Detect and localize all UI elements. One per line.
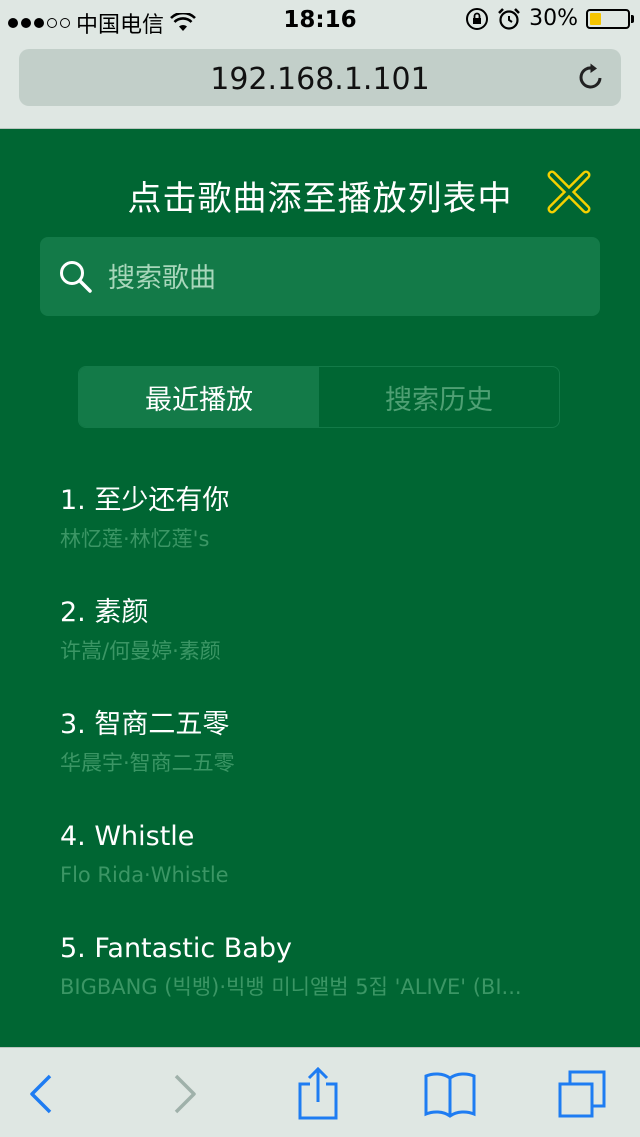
reload-icon[interactable] <box>575 61 607 93</box>
song-title: 5. Fantastic Baby <box>60 933 292 964</box>
tab-recent[interactable]: 最近播放 <box>79 367 319 427</box>
address-bar[interactable]: 192.168.1.101 <box>19 49 621 106</box>
song-list: 1. 至少还有你 林忆莲·林忆莲's 2. 素颜 许嵩/何曼婷·素颜 3. 智商… <box>60 484 580 1044</box>
add-to-playlist-panel: 点击歌曲添至播放列表中 最近播放 搜索历史 1. 至少还有你 林忆莲·林忆莲's… <box>0 129 640 1047</box>
song-item[interactable]: 1. 至少还有你 林忆莲·林忆莲's <box>60 484 580 596</box>
search-box[interactable] <box>40 237 600 316</box>
battery-icon <box>586 8 634 29</box>
browser-toolbar <box>0 1047 640 1137</box>
status-bar: 中国电信 18:16 30% <box>0 0 640 40</box>
browser-address-area: 192.168.1.101 <box>0 40 640 129</box>
bookmarks-icon[interactable] <box>422 1066 478 1122</box>
song-title: 1. 至少还有你 <box>60 485 230 516</box>
orientation-lock-icon <box>466 7 489 30</box>
alarm-icon <box>498 7 520 30</box>
song-subtitle: Flo Rida·Whistle <box>60 863 229 887</box>
back-icon[interactable] <box>14 1066 70 1122</box>
forward-icon[interactable] <box>156 1066 212 1122</box>
song-item[interactable]: 4. Whistle Flo Rida·Whistle <box>60 820 580 932</box>
panel-title: 点击歌曲添至播放列表中 <box>127 179 513 219</box>
song-item[interactable]: 5. Fantastic Baby BIGBANG (빅뱅)·빅뱅 미니앨범 5… <box>60 932 580 1044</box>
tab-bar: 最近播放 搜索历史 <box>78 366 560 428</box>
share-icon[interactable] <box>290 1066 346 1122</box>
search-input[interactable] <box>106 257 580 299</box>
url-text[interactable]: 192.168.1.101 <box>19 62 621 97</box>
song-item[interactable]: 2. 素颜 许嵩/何曼婷·素颜 <box>60 596 580 708</box>
search-icon <box>60 261 92 293</box>
song-subtitle: BIGBANG (빅뱅)·빅뱅 미니앨범 5집 'ALIVE' (BI... <box>60 975 522 999</box>
tabs-icon[interactable] <box>554 1066 610 1122</box>
battery-percent: 30% <box>529 6 578 31</box>
song-subtitle: 许嵩/何曼婷·素颜 <box>60 639 221 663</box>
song-title: 4. Whistle <box>60 821 195 852</box>
tab-search-history[interactable]: 搜索历史 <box>319 367 559 427</box>
song-title: 2. 素颜 <box>60 597 149 628</box>
song-subtitle: 林忆莲·林忆莲's <box>60 527 210 551</box>
song-item[interactable]: 3. 智商二五零 华晨宇·智商二五零 <box>60 708 580 820</box>
song-subtitle: 华晨宇·智商二五零 <box>60 751 235 775</box>
close-icon[interactable] <box>546 169 592 215</box>
song-title: 3. 智商二五零 <box>60 709 230 740</box>
